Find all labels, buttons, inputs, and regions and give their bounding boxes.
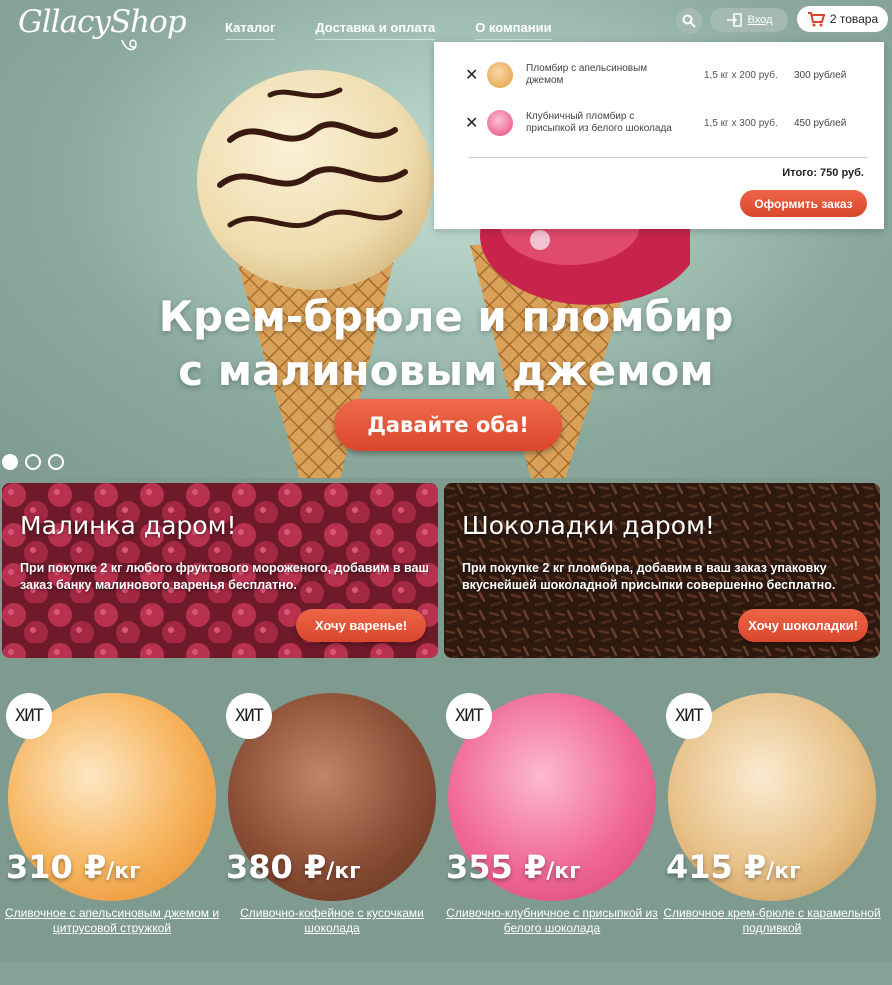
checkout-button[interactable]: Оформить заказ <box>740 190 867 217</box>
product-name-link[interactable]: Сливочное с апельсиновым джемом и цитрус… <box>0 906 224 936</box>
cart-item-thumb <box>487 62 513 88</box>
nav-about[interactable]: О компании <box>475 20 552 40</box>
logo-swirl-icon <box>121 39 137 51</box>
main-nav: Каталог Доставка и оплата О компании <box>225 20 592 40</box>
cart-item-name: Клубничный пломбир с присыпкой из белого… <box>526 111 672 134</box>
login-icon <box>726 13 742 27</box>
promo-text: При покупке 2 кг любого фруктового морож… <box>20 561 429 592</box>
cart-item: ✕ Пломбир с апельсиновым джемом 1,5 кг х… <box>434 55 884 95</box>
footer-strip <box>0 962 892 985</box>
price-unit: /кг <box>106 859 141 884</box>
search-icon <box>682 14 696 28</box>
price-unit: /кг <box>326 859 361 884</box>
product-price: 355 ₽/кг <box>446 848 581 886</box>
promo-title: Малинка даром! <box>20 511 237 540</box>
cart-button[interactable]: 2 товара <box>797 6 888 32</box>
cart-item-sum: 450 рублей <box>794 117 847 129</box>
hero-cta-button[interactable]: Давайте оба! <box>334 399 562 451</box>
remove-item-icon[interactable]: ✕ <box>465 113 478 133</box>
cart-item-sum: 300 рублей <box>794 69 847 81</box>
cart-item: ✕ Клубничный пломбир с присыпкой из бело… <box>434 103 884 143</box>
cart-total: Итого: 750 руб. <box>782 167 864 179</box>
product-price: 415 ₽/кг <box>666 848 801 886</box>
hit-badge: ХИТ <box>666 693 712 739</box>
nav-delivery[interactable]: Доставка и оплата <box>315 20 436 40</box>
promo-text: При покупке 2 кг пломбира, добавим в ваш… <box>462 561 836 592</box>
search-button[interactable] <box>676 8 702 34</box>
hit-badge: ХИТ <box>446 693 492 739</box>
cart-icon <box>807 11 825 26</box>
promo-chocolate: Шоколадки даром! При покупке 2 кг пломби… <box>444 483 880 658</box>
product-price: 380 ₽/кг <box>226 848 361 886</box>
hero-title: Крем-брюле и пломбир с малиновым джемом <box>0 290 892 398</box>
slider-dot-2[interactable] <box>25 454 41 470</box>
product-price: 310 ₽/кг <box>6 848 141 886</box>
nav-catalog[interactable]: Каталог <box>225 20 276 40</box>
slider-dots <box>2 454 64 470</box>
slider-dot-1[interactable] <box>2 454 18 470</box>
login-button[interactable]: Вход <box>710 8 788 32</box>
cart-item-qty: 1,5 кг х 300 руб. <box>704 117 778 129</box>
cart-item-name: Пломбир с апельсиновым джемом <box>526 63 648 86</box>
cart-dropdown: ✕ Пломбир с апельсиновым джемом 1,5 кг х… <box>434 42 884 229</box>
product-name-link[interactable]: Сливочно-кофейное с кусочками шоколада <box>220 906 444 936</box>
chocolate-button[interactable]: Хочу шоколадки! <box>738 609 868 642</box>
price-unit: /кг <box>766 859 801 884</box>
jam-button[interactable]: Хочу варенье! <box>296 609 426 642</box>
price-value: 355 ₽ <box>446 848 547 886</box>
hit-badge: ХИТ <box>226 693 272 739</box>
divider <box>469 157 867 158</box>
login-label: Вход <box>747 14 773 26</box>
price-value: 310 ₽ <box>6 848 107 886</box>
product-name-link[interactable]: Сливочное крем-брюле с карамельной подли… <box>660 906 884 936</box>
hero-title-line1: Крем-брюле и пломбир <box>158 292 734 341</box>
cart-item-qty: 1,5 кг х 200 руб. <box>704 69 778 81</box>
remove-item-icon[interactable]: ✕ <box>465 65 478 85</box>
promo-raspberry: Малинка даром! При покупке 2 кг любого ф… <box>2 483 438 658</box>
price-value: 415 ₽ <box>666 848 767 886</box>
hit-badge: ХИТ <box>6 693 52 739</box>
hero-title-line2: с малиновым джемом <box>178 346 714 395</box>
promo-title: Шоколадки даром! <box>462 511 715 540</box>
price-unit: /кг <box>546 859 581 884</box>
price-value: 380 ₽ <box>226 848 327 886</box>
slider-dot-3[interactable] <box>48 454 64 470</box>
product-name-link[interactable]: Сливочно-клубничное с присыпкой из белог… <box>440 906 664 936</box>
cart-item-thumb <box>487 110 513 136</box>
cart-count: 2 товара <box>829 12 879 26</box>
logo[interactable]: GllacyShop <box>18 4 187 40</box>
